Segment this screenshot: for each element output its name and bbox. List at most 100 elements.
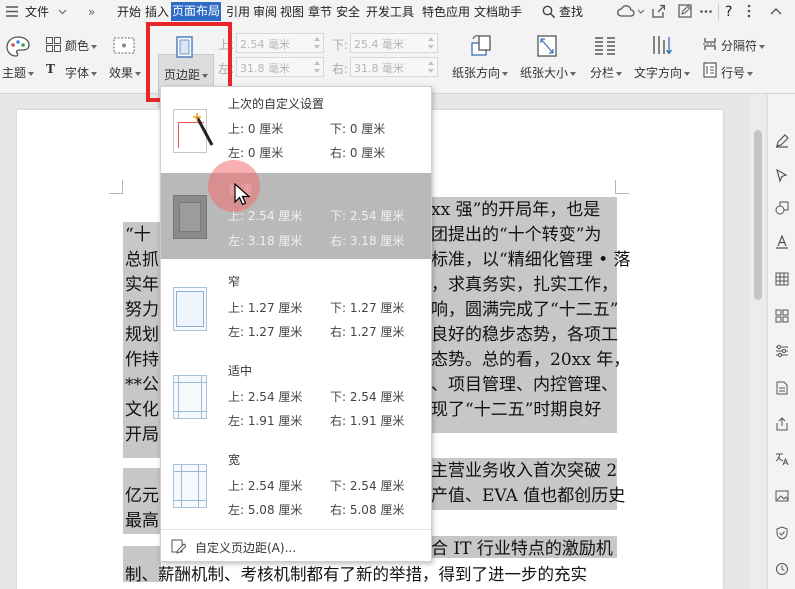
thumb-line	[174, 471, 206, 472]
doc-text-line: 最高	[125, 511, 159, 531]
translate-icon[interactable]	[775, 452, 789, 466]
orientation-icon[interactable]	[470, 34, 494, 58]
margin-left-value: 左: 5.08 厘米	[228, 503, 303, 517]
theme-palette-icon[interactable]	[6, 36, 30, 58]
thumb-line	[181, 465, 182, 507]
tab-doc-assistant[interactable]: 文档助手	[474, 3, 522, 21]
effect-icon[interactable]	[113, 37, 135, 54]
line-number-icon[interactable]	[703, 62, 717, 78]
scrollbar-thumb[interactable]	[754, 130, 762, 300]
mouse-cursor-icon	[234, 183, 250, 206]
right-margin-input[interactable]: 31.8 毫米	[350, 57, 438, 77]
tab-section[interactable]: 章节	[308, 3, 332, 21]
effect-button[interactable]: 效果	[109, 64, 142, 81]
doc-text-line: 合 IT 行业特点的激励机	[431, 539, 613, 559]
tab-view[interactable]: 视图	[280, 3, 304, 21]
ribbon-toolbar: 主题 颜色 T 字体 效果 页边距 上: 2.54 毫米 左: 31.8 毫米 …	[0, 24, 795, 108]
doc-text-line: 、项目管理、内控管理、	[431, 375, 618, 395]
doc-text-line: 产值、EVA 值也都创历史	[431, 486, 626, 506]
chevron-down-icon[interactable]	[637, 9, 645, 14]
tab-home[interactable]: 开始	[117, 3, 141, 21]
custom-margin-item[interactable]: 自定义页边距(A)...	[195, 539, 296, 556]
edit-icon[interactable]	[678, 4, 692, 18]
more-dots-icon[interactable]	[700, 10, 712, 13]
margin-left-value: 左: 3.18 厘米	[228, 234, 303, 248]
color-grid-icon[interactable]	[46, 37, 61, 52]
history-icon[interactable]	[775, 562, 789, 576]
menu-icon[interactable]	[6, 6, 18, 17]
search-icon[interactable]	[542, 5, 556, 19]
adjust-sliders-icon[interactable]	[775, 344, 789, 358]
text-direction-button[interactable]: 文字方向	[634, 64, 691, 81]
tab-security[interactable]: 安全	[336, 3, 360, 21]
doc-text-line: 标准，以“精细化管理 • 落	[431, 250, 631, 270]
cloud-sync-icon[interactable]	[617, 4, 635, 18]
font-icon[interactable]: T	[46, 62, 55, 76]
columns-button[interactable]: 分栏	[590, 64, 623, 81]
text-style-icon[interactable]	[775, 235, 789, 249]
grid-apps-icon[interactable]	[775, 309, 789, 323]
tab-page-layout[interactable]: 页面布局	[171, 2, 222, 21]
paper-size-button[interactable]: 纸张大小	[520, 64, 577, 81]
margin-bottom-value: 下: 1.27 厘米	[330, 301, 405, 315]
margin-option-title: 宽	[228, 453, 241, 467]
left-margin-input[interactable]: 31.8 毫米	[236, 57, 324, 77]
margin-top-value: 上: 0 厘米	[228, 122, 284, 136]
margin-option-title: 窄	[228, 275, 241, 289]
custom-margin-icon	[171, 539, 186, 554]
tab-review[interactable]: 审阅	[253, 3, 277, 21]
tab-insert[interactable]: 插入	[145, 3, 169, 21]
shapes-icon[interactable]	[775, 201, 789, 215]
orientation-button[interactable]: 纸张方向	[452, 64, 509, 81]
right-margin-value: 31.8 毫米	[354, 62, 404, 75]
tab-special[interactable]: 特色应用	[422, 3, 470, 21]
margin-option-last-custom[interactable]: 上次的自定义设置 上: 0 厘米 下: 0 厘米 左: 0 厘米 右: 0 厘米	[161, 87, 431, 173]
tab-developer[interactable]: 开发工具	[366, 3, 414, 21]
pointer-icon[interactable]	[775, 169, 789, 183]
separator-icon[interactable]	[703, 37, 717, 51]
doc-text-line: xx 强”的开局年，也是	[431, 200, 601, 220]
collapse-ribbon-icon[interactable]	[770, 7, 782, 15]
text-direction-label: 文字方向	[634, 66, 683, 80]
bottom-margin-input[interactable]: 25.4 毫米	[350, 33, 438, 53]
paper-size-icon[interactable]	[536, 34, 558, 58]
text-direction-icon[interactable]	[651, 34, 673, 58]
help-icon[interactable]: ?	[725, 3, 732, 21]
effect-label: 效果	[109, 66, 134, 80]
menu-more-arrows[interactable]: »	[88, 3, 95, 21]
margin-left-value: 左: 1.91 厘米	[228, 414, 303, 428]
vertical-scrollbar[interactable]	[751, 94, 765, 589]
document-icon[interactable]	[775, 381, 789, 395]
margin-option-moderate[interactable]: 适中 上: 2.54 厘米 下: 2.54 厘米 左: 1.91 厘米 右: 1…	[161, 355, 431, 441]
line-number-button[interactable]: 行号	[721, 64, 754, 81]
font-button[interactable]: 字体	[65, 64, 98, 81]
table-icon[interactable]	[775, 272, 789, 286]
margin-right-value: 右: 5.08 厘米	[330, 503, 405, 517]
search-label[interactable]: 查找	[559, 3, 583, 21]
menu-file[interactable]: 文件	[25, 3, 49, 21]
chevron-down-icon[interactable]	[58, 9, 67, 15]
more-icon[interactable]	[747, 4, 751, 18]
dropdown-divider	[161, 529, 431, 530]
theme-button[interactable]: 主题	[2, 64, 35, 81]
doc-text-line: 总抓	[125, 250, 159, 270]
doc-text-line: 主营业务收入首次突破 2	[431, 461, 618, 481]
shield-icon[interactable]	[775, 526, 789, 540]
tab-references[interactable]: 引用	[226, 3, 250, 21]
margin-bottom-value: 下: 0 厘米	[330, 122, 386, 136]
columns-icon[interactable]	[594, 36, 616, 56]
image-icon[interactable]	[775, 489, 789, 503]
margin-option-normal[interactable]: 普通 上: 2.54 厘米 下: 2.54 厘米 左: 3.18 厘米 右: 3…	[161, 173, 431, 259]
crop-mark-top-left	[109, 180, 123, 194]
doc-text-line: 现了“十二五”时期良好	[431, 400, 602, 420]
margin-option-wide[interactable]: 宽 上: 2.54 厘米 下: 2.54 厘米 左: 5.08 厘米 右: 5.…	[161, 444, 431, 530]
color-button[interactable]: 颜色	[65, 37, 98, 54]
share-icon[interactable]	[651, 4, 665, 18]
top-margin-input[interactable]: 2.54 毫米	[236, 33, 324, 53]
margin-option-narrow[interactable]: 窄 上: 1.27 厘米 下: 1.27 厘米 左: 1.27 厘米 右: 1.…	[161, 265, 431, 351]
line-number-label: 行号	[721, 66, 746, 80]
separator-button[interactable]: 分隔符	[721, 37, 766, 54]
share-out-icon[interactable]	[775, 417, 789, 431]
color-label: 颜色	[65, 39, 90, 53]
pen-icon[interactable]	[775, 134, 789, 148]
